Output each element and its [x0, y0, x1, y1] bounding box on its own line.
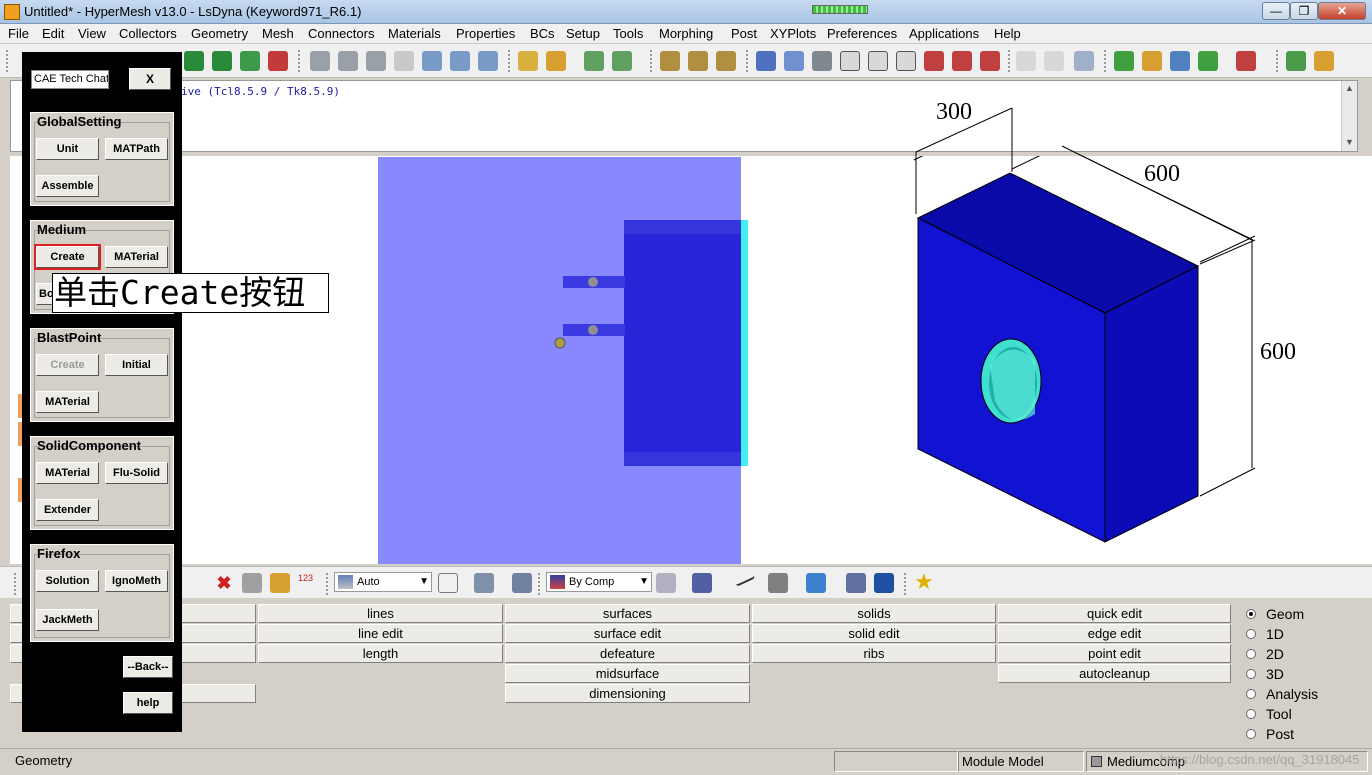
unmask-icon[interactable]	[270, 573, 290, 593]
monitor-icon[interactable]	[874, 573, 894, 593]
length-button[interactable]: length	[258, 644, 503, 663]
jackmeth-button[interactable]: JackMeth	[36, 609, 99, 631]
help-button[interactable]: help	[123, 692, 173, 714]
radio-3d[interactable]: 3D	[1246, 665, 1284, 685]
radio-analysis[interactable]: Analysis	[1246, 685, 1318, 705]
radio-dot	[1246, 729, 1256, 740]
ignometh-button[interactable]: IgnoMeth	[105, 570, 168, 592]
star-icon[interactable]: ★	[914, 571, 934, 593]
group-blastpoint: BlastPoint Create Initial MATerial	[30, 328, 174, 422]
tree-icon[interactable]	[846, 573, 866, 593]
display-mode-value: Auto	[357, 576, 380, 588]
radio-post[interactable]: Post	[1246, 725, 1294, 745]
radio-tool[interactable]: Tool	[1246, 705, 1292, 725]
radio-dot	[1246, 669, 1256, 680]
color-mode-select[interactable]: By Comp ▼	[546, 572, 652, 592]
autocleanup-button[interactable]: autocleanup	[998, 664, 1231, 683]
edge-edit-button[interactable]: edge edit	[998, 624, 1231, 643]
solution-button[interactable]: Solution	[36, 570, 99, 592]
color-mode-icon	[550, 575, 565, 589]
solid-material-button[interactable]: MATerial	[36, 462, 99, 484]
medium-material-button[interactable]: MATerial	[105, 246, 168, 268]
chevron-down-icon: ▼	[419, 576, 429, 587]
blast-create-button[interactable]: Create	[36, 354, 99, 376]
radio-dot	[1246, 689, 1256, 700]
medium-create-button[interactable]: Create	[34, 244, 101, 270]
radio-1d[interactable]: 1D	[1246, 625, 1284, 645]
extender-button[interactable]: Extender	[36, 499, 99, 521]
surfaces-button[interactable]: surfaces	[505, 604, 750, 623]
mask-icon[interactable]	[242, 573, 262, 593]
shell-icon[interactable]	[474, 573, 494, 593]
dimensioning-button[interactable]: dimensioning	[505, 684, 750, 703]
lines-button[interactable]: lines	[258, 604, 503, 623]
color-mode-value: By Comp	[569, 576, 615, 588]
renumber-icon[interactable]: 123	[298, 573, 318, 593]
blast-material-button[interactable]: MATerial	[36, 391, 99, 413]
flu-solid-button[interactable]: Flu-Solid	[105, 462, 168, 484]
group-title: Medium	[37, 222, 87, 237]
point-edit-button[interactable]: point edit	[998, 644, 1231, 663]
radio-geom[interactable]: Geom	[1246, 605, 1304, 625]
group-title: Firefox	[37, 546, 81, 561]
group-title: GlobalSetting	[37, 114, 122, 129]
quick-edit-button[interactable]: quick edit	[998, 604, 1231, 623]
radio-dot	[1246, 629, 1256, 640]
assemble-button[interactable]: Assemble	[36, 175, 99, 197]
group-globalsetting: GlobalSetting Unit MATPath Assemble	[30, 112, 174, 206]
midsurface-button[interactable]: midsurface	[505, 664, 750, 683]
status-module[interactable]: Module Model	[958, 751, 1084, 772]
group-title: SolidComponent	[37, 438, 141, 453]
display-mode-icon	[338, 575, 353, 589]
radio-dot	[1246, 709, 1256, 720]
status-message: Geometry	[12, 751, 832, 772]
ribs-button[interactable]: ribs	[752, 644, 996, 663]
surface-edit-button[interactable]: surface edit	[505, 624, 750, 643]
unit-button[interactable]: Unit	[36, 138, 99, 160]
status-empty	[834, 751, 958, 772]
edge-display-icon[interactable]	[732, 569, 756, 587]
toolbar-separator	[326, 573, 328, 597]
group-title: BlastPoint	[37, 330, 102, 345]
radio-dot	[1246, 609, 1256, 620]
tutorial-callout: 单击Create按钮	[52, 273, 329, 313]
toolbar-separator	[14, 573, 16, 597]
geom-panel: lines line edit length surfaces surface …	[0, 600, 1372, 746]
group-firefox: Firefox Solution IgnoMeth JackMeth	[30, 544, 174, 642]
solids-button[interactable]: solids	[752, 604, 996, 623]
watermark: https://blog.csdn.net/qq_31918045	[1160, 752, 1360, 767]
group-solidcomponent: SolidComponent MATerial Flu-Solid Extend…	[30, 436, 174, 530]
visualization-toolbar: ✖ 123 Auto ▼ By Comp ▼ ★	[0, 566, 1372, 598]
plugin-close-button[interactable]: X	[129, 68, 171, 90]
mesh-display-icon[interactable]	[692, 573, 712, 593]
matpath-button[interactable]: MATPath	[105, 138, 168, 160]
defeature-button[interactable]: defeature	[505, 644, 750, 663]
radio-dot	[1246, 649, 1256, 660]
plane-icon[interactable]	[768, 573, 788, 593]
solid-edit-button[interactable]: solid edit	[752, 624, 996, 643]
solid-display-icon[interactable]	[512, 573, 532, 593]
delete-icon[interactable]: ✖	[214, 573, 234, 593]
element-display-icon[interactable]	[656, 573, 676, 593]
layer-icon[interactable]	[806, 573, 826, 593]
blast-initial-button[interactable]: Initial	[105, 354, 168, 376]
chevron-down-icon: ▼	[639, 576, 649, 587]
back-button[interactable]: --Back--	[123, 656, 173, 678]
surface-icon[interactable]	[438, 573, 458, 593]
display-mode-select[interactable]: Auto ▼	[334, 572, 432, 592]
toolbar-separator	[538, 573, 540, 597]
component-color-icon	[1091, 756, 1102, 767]
radio-2d[interactable]: 2D	[1246, 645, 1284, 665]
toolbar-separator	[904, 573, 906, 597]
line-edit-button[interactable]: line edit	[258, 624, 503, 643]
chat-field[interactable]: CAE Tech Chat	[31, 70, 109, 89]
plugin-panel: CAE Tech Chat X GlobalSetting Unit MATPa…	[22, 52, 182, 732]
